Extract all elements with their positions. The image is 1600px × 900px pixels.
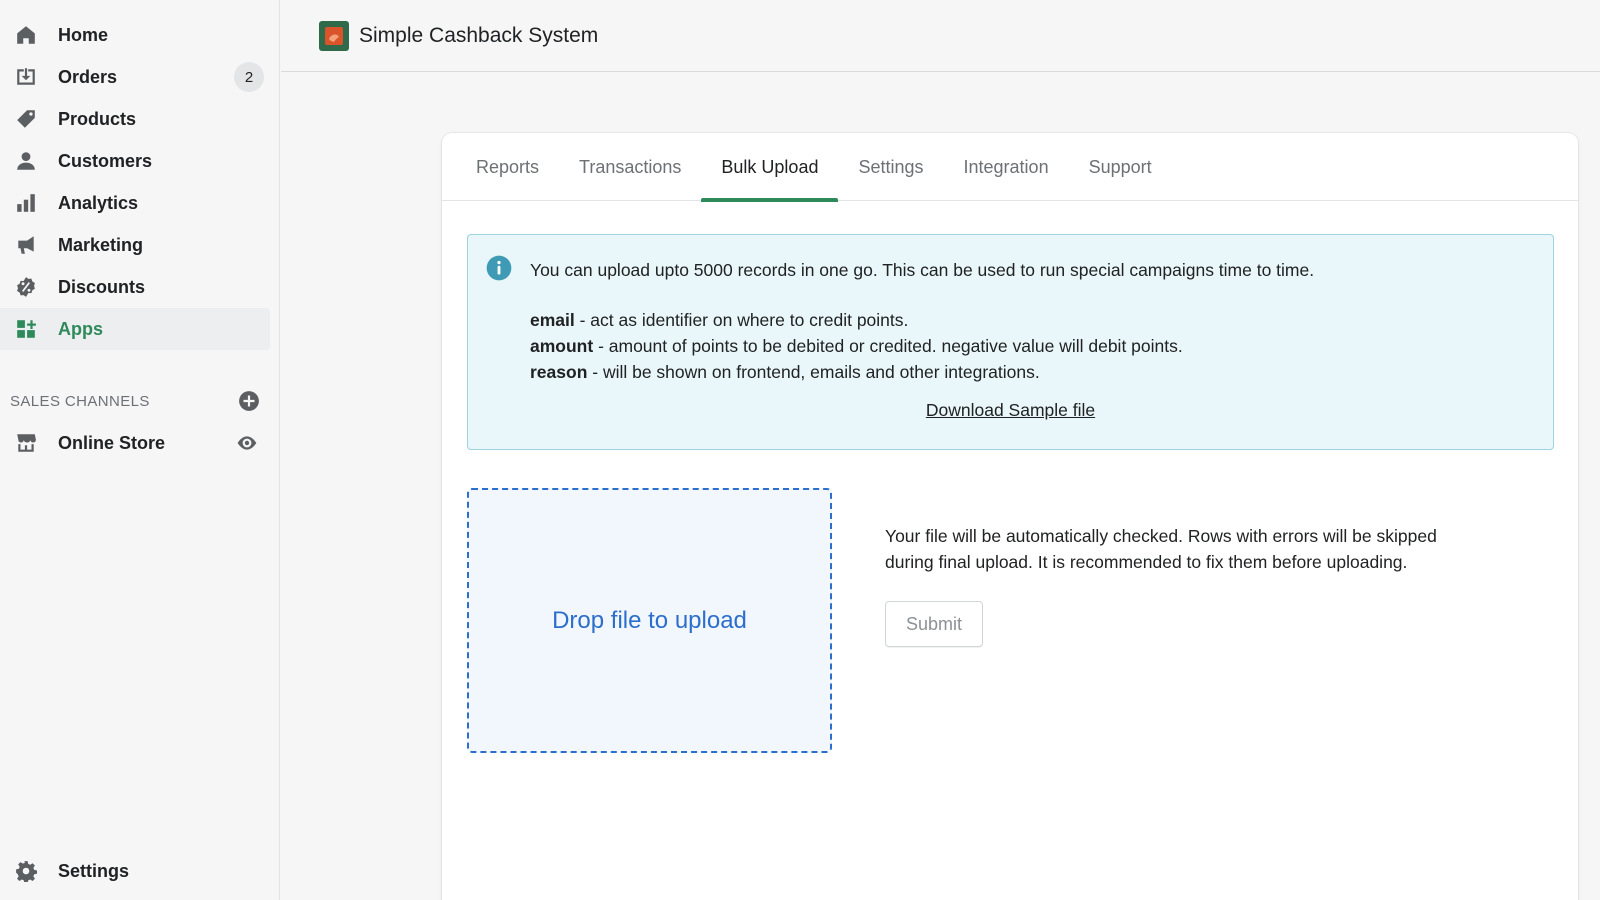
apps-icon xyxy=(14,317,38,341)
tab-transactions[interactable]: Transactions xyxy=(559,133,701,201)
discount-icon xyxy=(14,275,38,299)
field-descriptions: email - act as identifier on where to cr… xyxy=(530,307,1183,385)
field-desc: - act as identifier on where to credit p… xyxy=(574,310,909,330)
field-key: amount xyxy=(530,336,594,356)
bar-chart-icon xyxy=(14,191,38,215)
megaphone-icon xyxy=(14,233,38,257)
app-root: Home Orders 2 Products Customers Analyti… xyxy=(0,0,1600,900)
sidebar-item-marketing[interactable]: Marketing xyxy=(0,224,270,266)
sidebar-item-label: Discounts xyxy=(58,276,146,297)
sidebar-item-customers[interactable]: Customers xyxy=(0,140,270,182)
tab-bar: Reports Transactions Bulk Upload Setting… xyxy=(442,133,1578,202)
sidebar-item-orders[interactable]: Orders 2 xyxy=(0,56,270,98)
sidebar-item-label: Online Store xyxy=(58,432,166,453)
sidebar-item-discounts[interactable]: Discounts xyxy=(0,266,270,308)
sidebar: Home Orders 2 Products Customers Analyti… xyxy=(0,0,280,900)
tab-reports[interactable]: Reports xyxy=(456,133,559,201)
info-banner: You can upload upto 5000 records in one … xyxy=(467,234,1554,450)
sidebar-item-label: Home xyxy=(58,24,109,45)
sales-channels-header: SALES CHANNELS xyxy=(10,386,260,416)
tag-icon xyxy=(14,107,38,131)
add-circle-icon[interactable] xyxy=(238,390,260,412)
upload-hint: Your file will be automatically checked.… xyxy=(885,526,1437,572)
sidebar-item-label: Analytics xyxy=(58,192,139,213)
sidebar-item-products[interactable]: Products xyxy=(0,98,270,140)
eye-icon[interactable] xyxy=(236,432,258,454)
sidebar-item-label: Marketing xyxy=(58,234,144,255)
field-key: email xyxy=(530,310,575,330)
orders-count-badge: 2 xyxy=(234,62,264,92)
sidebar-item-label: Customers xyxy=(58,150,153,171)
sidebar-item-label: Settings xyxy=(58,860,130,881)
sidebar-item-settings[interactable]: Settings xyxy=(0,850,270,892)
file-dropzone[interactable]: Drop file to upload xyxy=(467,488,832,753)
home-icon xyxy=(14,23,38,47)
tab-integration[interactable]: Integration xyxy=(944,133,1069,201)
field-line-reason: reason - will be shown on frontend, emai… xyxy=(530,359,1183,385)
main-card: Reports Transactions Bulk Upload Setting… xyxy=(442,133,1578,900)
tab-bulk-upload[interactable]: Bulk Upload xyxy=(701,133,839,202)
submit-button[interactable]: Submit xyxy=(885,601,983,647)
field-desc: - amount of points to be debited or cred… xyxy=(593,336,1183,356)
sales-channels-title: SALES CHANNELS xyxy=(10,392,150,410)
tab-support[interactable]: Support xyxy=(1069,133,1172,201)
sidebar-item-home[interactable]: Home xyxy=(0,14,270,56)
nav-list: Home Orders 2 Products Customers Analyti… xyxy=(0,14,280,350)
info-icon xyxy=(486,255,512,281)
download-sample-link[interactable]: Download Sample file xyxy=(468,400,1553,421)
gear-icon xyxy=(14,859,38,883)
store-icon xyxy=(14,431,38,455)
orders-icon xyxy=(14,65,38,89)
field-key: reason xyxy=(530,362,588,382)
sidebar-item-online-store[interactable]: Online Store xyxy=(0,422,270,464)
app-logo-icon xyxy=(319,20,349,51)
sidebar-item-label: Orders xyxy=(58,66,118,87)
dropzone-label: Drop file to upload xyxy=(552,606,747,634)
person-icon xyxy=(14,149,38,173)
field-desc: - will be shown on frontend, emails and … xyxy=(587,362,1040,382)
field-line-email: email - act as identifier on where to cr… xyxy=(530,307,1183,333)
tab-settings[interactable]: Settings xyxy=(838,133,943,201)
app-title: Simple Cashback System xyxy=(359,23,599,47)
sidebar-item-label: Apps xyxy=(58,318,103,339)
app-topbar: Simple Cashback System xyxy=(281,0,1600,72)
field-line-amount: amount - amount of points to be debited … xyxy=(530,333,1183,359)
sidebar-item-label: Products xyxy=(58,108,137,129)
info-message: You can upload upto 5000 records in one … xyxy=(530,260,1315,280)
sidebar-item-analytics[interactable]: Analytics xyxy=(0,182,270,224)
sidebar-item-apps[interactable]: Apps xyxy=(0,308,270,350)
